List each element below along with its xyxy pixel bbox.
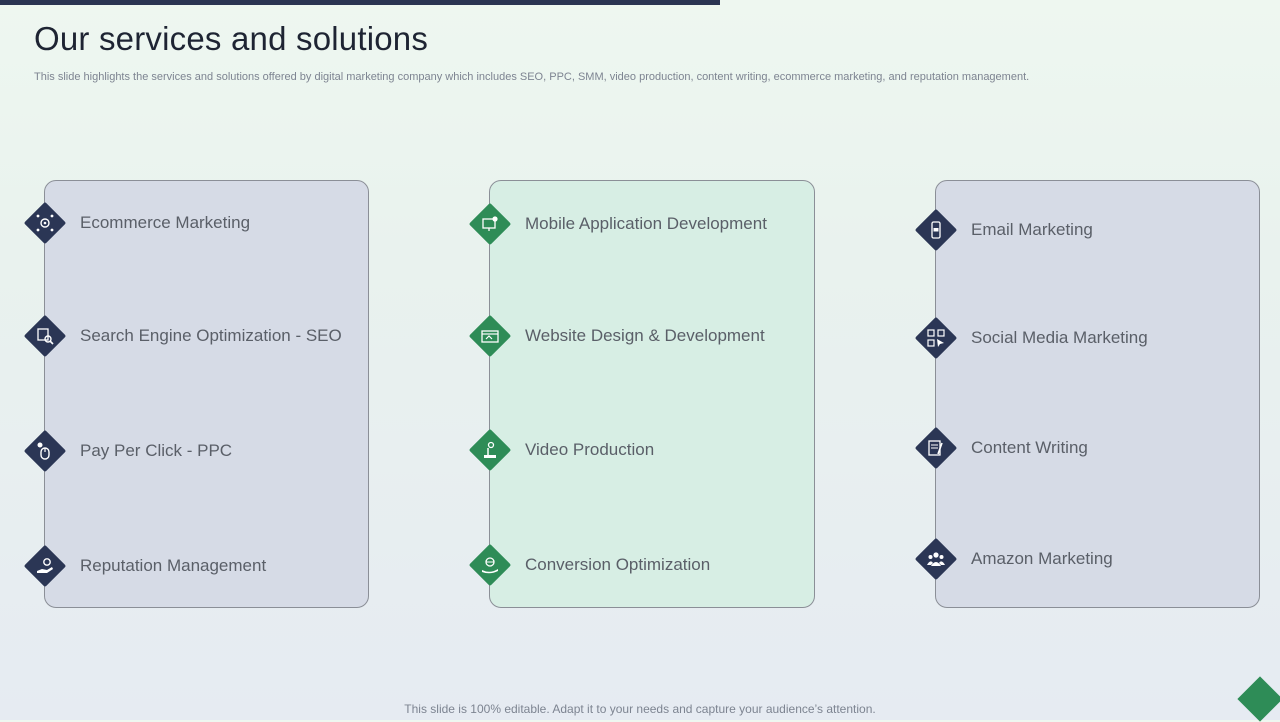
service-icon-badge [914,537,958,581]
service-icon-badge [23,314,67,358]
service-item-social-media-marketing: Social Media Marketing [914,316,1256,360]
service-label: Social Media Marketing [971,328,1148,347]
service-item-reputation-management: Reputation Management [23,544,365,588]
service-label: Search Engine Optimization - SEO [80,326,342,345]
service-label: Mobile Application Development [525,214,767,233]
phone-mail-icon [931,221,941,239]
mouse-dollar-icon [37,442,50,460]
service-label: Video Production [525,440,655,459]
browser-window-icon [481,330,499,343]
service-label: Content Writing [971,438,1088,457]
monitor-gear-icon [482,216,498,231]
service-icon-badge [468,428,512,472]
service-icon-badge [468,202,512,246]
gear-network-icon [36,214,54,232]
service-item-ecommerce-marketing: Ecommerce Marketing [23,201,365,245]
service-item-content-writing: Content Writing [914,426,1256,470]
top-accent-bar [0,0,720,5]
service-item-website-design: Website Design & Development [468,314,810,358]
service-item-email-marketing: Email Marketing [914,208,1256,252]
service-icon-badge [914,316,958,360]
service-icon-badge [23,429,67,473]
service-item-conversion-optimization: Conversion Optimization [468,543,810,587]
service-label: Reputation Management [80,556,267,575]
service-item-mobile-app-development: Mobile Application Development [468,202,810,246]
page-title: Our services and solutions [34,20,429,57]
services-panel-2: Mobile Application Development Website D… [468,180,815,608]
service-label: Email Marketing [971,220,1093,239]
service-label: Pay Per Click - PPC [80,441,233,460]
services-panel-1: Ecommerce Marketing Search Engine Optimi… [23,180,369,608]
search-documents-icon [37,328,54,345]
document-pen-icon [928,440,943,456]
hand-gear-icon [37,558,53,573]
service-item-ppc: Pay Per Click - PPC [23,429,365,473]
service-icon-badge [468,543,512,587]
service-icon-badge [914,426,958,470]
service-icon-badge [23,201,67,245]
service-icon-badge [23,544,67,588]
social-share-icon [927,329,945,347]
service-icon-badge [468,314,512,358]
service-item-seo: Search Engine Optimization - SEO [23,314,365,358]
service-label: Ecommerce Marketing [80,213,251,232]
service-label: Website Design & Development [525,326,765,345]
service-item-video-production: Video Production [468,428,810,472]
page-subtitle: This slide highlights the services and s… [34,71,1030,83]
service-label: Amazon Marketing [971,549,1113,568]
service-label: Conversion Optimization [525,555,711,574]
service-item-amazon-marketing: Amazon Marketing [914,537,1256,581]
film-camera-icon [484,441,496,458]
hand-globe-icon [482,557,498,574]
team-icon [927,552,945,566]
services-panel-3: Email Marketing Social Media Marketing C… [914,180,1260,608]
service-icon-badge [914,208,958,252]
footer-note: This slide is 100% editable. Adapt it to… [404,702,876,716]
